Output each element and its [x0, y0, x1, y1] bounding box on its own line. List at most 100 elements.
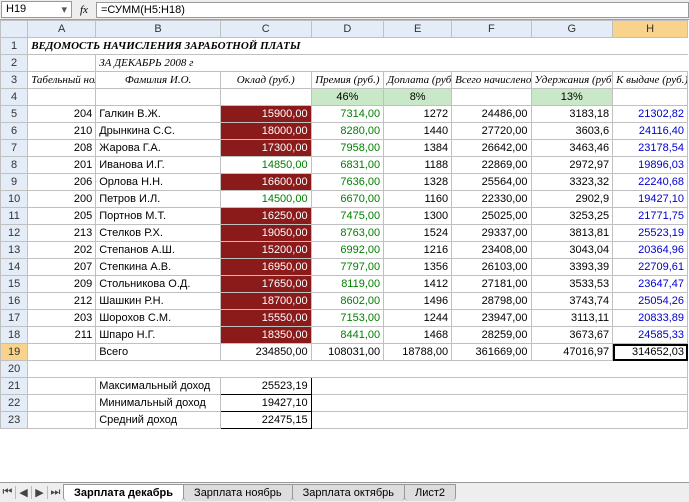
table-row[interactable]: 17203Шорохов С.М.15550,007153,0012442394…: [1, 310, 688, 327]
cell-fio[interactable]: Стелков Р.Х.: [96, 225, 221, 242]
row-header[interactable]: 11: [1, 208, 28, 225]
pct-uder[interactable]: 13%: [531, 89, 613, 106]
table-row[interactable]: 6210Дрынкина С.С.18000,008280,0014402772…: [1, 123, 688, 140]
subtitle-cell[interactable]: ЗА ДЕКАБРЬ 2008 г: [96, 55, 688, 72]
row-header[interactable]: 8: [1, 157, 28, 174]
table-row[interactable]: 15209Стольникова О.Д.17650,008119,001412…: [1, 276, 688, 293]
cell-oklad[interactable]: 17300,00: [220, 140, 311, 157]
cell-dop[interactable]: 1496: [384, 293, 452, 310]
cell-vsego[interactable]: 29337,00: [452, 225, 531, 242]
cell-oklad[interactable]: 17650,00: [220, 276, 311, 293]
cell-prem[interactable]: 6992,00: [311, 242, 384, 259]
cell-oklad[interactable]: 15900,00: [220, 106, 311, 123]
totals-d[interactable]: 18788,00: [384, 344, 452, 361]
cell-fio[interactable]: Стольникова О.Д.: [96, 276, 221, 293]
cell-oklad[interactable]: 18700,00: [220, 293, 311, 310]
cell-vyd[interactable]: 20364,96: [613, 242, 688, 259]
cell-prem[interactable]: 6670,00: [311, 191, 384, 208]
cell-tabnum[interactable]: 208: [28, 140, 96, 157]
totals-p[interactable]: 108031,00: [311, 344, 384, 361]
cell-oklad[interactable]: 15550,00: [220, 310, 311, 327]
cell-dop[interactable]: 1272: [384, 106, 452, 123]
row-header[interactable]: 6: [1, 123, 28, 140]
cell-vyd[interactable]: 24116,40: [613, 123, 688, 140]
cell-dop[interactable]: 1468: [384, 327, 452, 344]
cell-uder[interactable]: 3113,11: [531, 310, 613, 327]
cell-tabnum[interactable]: 212: [28, 293, 96, 310]
table-row[interactable]: 14207Степкина А.В.16950,007797,001356261…: [1, 259, 688, 276]
cell-dop[interactable]: 1160: [384, 191, 452, 208]
name-box[interactable]: H19▾: [1, 1, 72, 18]
cell-tabnum[interactable]: 205: [28, 208, 96, 225]
cell-vsego[interactable]: 27720,00: [452, 123, 531, 140]
row-header[interactable]: 12: [1, 225, 28, 242]
cell-uder[interactable]: 3673,67: [531, 327, 613, 344]
cell-fio[interactable]: Степанов А.Ш.: [96, 242, 221, 259]
table-row[interactable]: 7208Жарова Г.А.17300,007958,00138426642,…: [1, 140, 688, 157]
col-F[interactable]: F: [452, 21, 531, 38]
cell-uder[interactable]: 3813,81: [531, 225, 613, 242]
cell-vyd[interactable]: 25523,19: [613, 225, 688, 242]
cell-oklad[interactable]: 18350,00: [220, 327, 311, 344]
cell-fio[interactable]: Портнов М.Т.: [96, 208, 221, 225]
hdr-prem[interactable]: Премия (руб.): [311, 72, 384, 89]
row-header[interactable]: 23: [1, 412, 28, 429]
cell-dop[interactable]: 1356: [384, 259, 452, 276]
cell-vsego[interactable]: 23408,00: [452, 242, 531, 259]
tab-nav-last-icon[interactable]: ⏭: [48, 486, 64, 499]
cell-fio[interactable]: Галкин В.Ж.: [96, 106, 221, 123]
totals-k-selected[interactable]: 314652,03: [613, 344, 688, 361]
cell-uder[interactable]: 3253,25: [531, 208, 613, 225]
row-header[interactable]: 17: [1, 310, 28, 327]
cell-tabnum[interactable]: 213: [28, 225, 96, 242]
cell-prem[interactable]: 6831,00: [311, 157, 384, 174]
cell-tabnum[interactable]: 204: [28, 106, 96, 123]
cell-vyd[interactable]: 20833,89: [613, 310, 688, 327]
table-row[interactable]: 12213Стелков Р.Х.19050,008763,0015242933…: [1, 225, 688, 242]
row-header[interactable]: 14: [1, 259, 28, 276]
cell-dop[interactable]: 1300: [384, 208, 452, 225]
cell-oklad[interactable]: 15200,00: [220, 242, 311, 259]
stat-avg-label[interactable]: Средний доход: [96, 412, 221, 429]
pct-prem[interactable]: 46%: [311, 89, 384, 106]
cell-oklad[interactable]: 16600,00: [220, 174, 311, 191]
cell-fio[interactable]: Шорохов С.М.: [96, 310, 221, 327]
cell-prem[interactable]: 7797,00: [311, 259, 384, 276]
row-header[interactable]: 9: [1, 174, 28, 191]
hdr-uder[interactable]: Удержания (руб.): [531, 72, 613, 89]
row-header[interactable]: 10: [1, 191, 28, 208]
cell-uder[interactable]: 3183,18: [531, 106, 613, 123]
cell-dop[interactable]: 1216: [384, 242, 452, 259]
cell-vyd[interactable]: 22240,68: [613, 174, 688, 191]
title-cell[interactable]: ВЕДОМОСТЬ НАЧИСЛЕНИЯ ЗАРАБОТНОЙ ПЛАТЫ: [28, 38, 688, 55]
cell-vyd[interactable]: 25054,26: [613, 293, 688, 310]
cell-uder[interactable]: 2902,9: [531, 191, 613, 208]
cell-fio[interactable]: Степкина А.В.: [96, 259, 221, 276]
column-headers[interactable]: A B C D E F G H: [1, 21, 688, 38]
table-row[interactable]: 8201Иванова И.Г.14850,006831,00118822869…: [1, 157, 688, 174]
fx-icon[interactable]: fx: [72, 4, 96, 16]
totals-o[interactable]: 234850,00: [220, 344, 311, 361]
pct-dop[interactable]: 8%: [384, 89, 452, 106]
cell-tabnum[interactable]: 203: [28, 310, 96, 327]
sheet-tab[interactable]: Зарплата ноябрь: [183, 484, 293, 501]
cell-dop[interactable]: 1412: [384, 276, 452, 293]
row-header[interactable]: 5: [1, 106, 28, 123]
cell-fio[interactable]: Орлова Н.Н.: [96, 174, 221, 191]
cell-oklad[interactable]: 14500,00: [220, 191, 311, 208]
cell-tabnum[interactable]: 211: [28, 327, 96, 344]
hdr-dop[interactable]: Доплата (руб.): [384, 72, 452, 89]
cell-uder[interactable]: 3043,04: [531, 242, 613, 259]
totals-label[interactable]: Всего: [96, 344, 221, 361]
table-row[interactable]: 10200Петров И.Л.14500,006670,00116022330…: [1, 191, 688, 208]
hdr-vyd[interactable]: К выдаче (руб.): [613, 72, 688, 89]
cell-tabnum[interactable]: 201: [28, 157, 96, 174]
cell-vyd[interactable]: 21771,75: [613, 208, 688, 225]
cell-vsego[interactable]: 25025,00: [452, 208, 531, 225]
cell-vyd[interactable]: 21302,82: [613, 106, 688, 123]
cell-uder[interactable]: 3463,46: [531, 140, 613, 157]
cell-oklad[interactable]: 16250,00: [220, 208, 311, 225]
table-row[interactable]: 13202Степанов А.Ш.15200,006992,001216234…: [1, 242, 688, 259]
cell-vyd[interactable]: 23178,54: [613, 140, 688, 157]
row-header[interactable]: 2: [1, 55, 28, 72]
